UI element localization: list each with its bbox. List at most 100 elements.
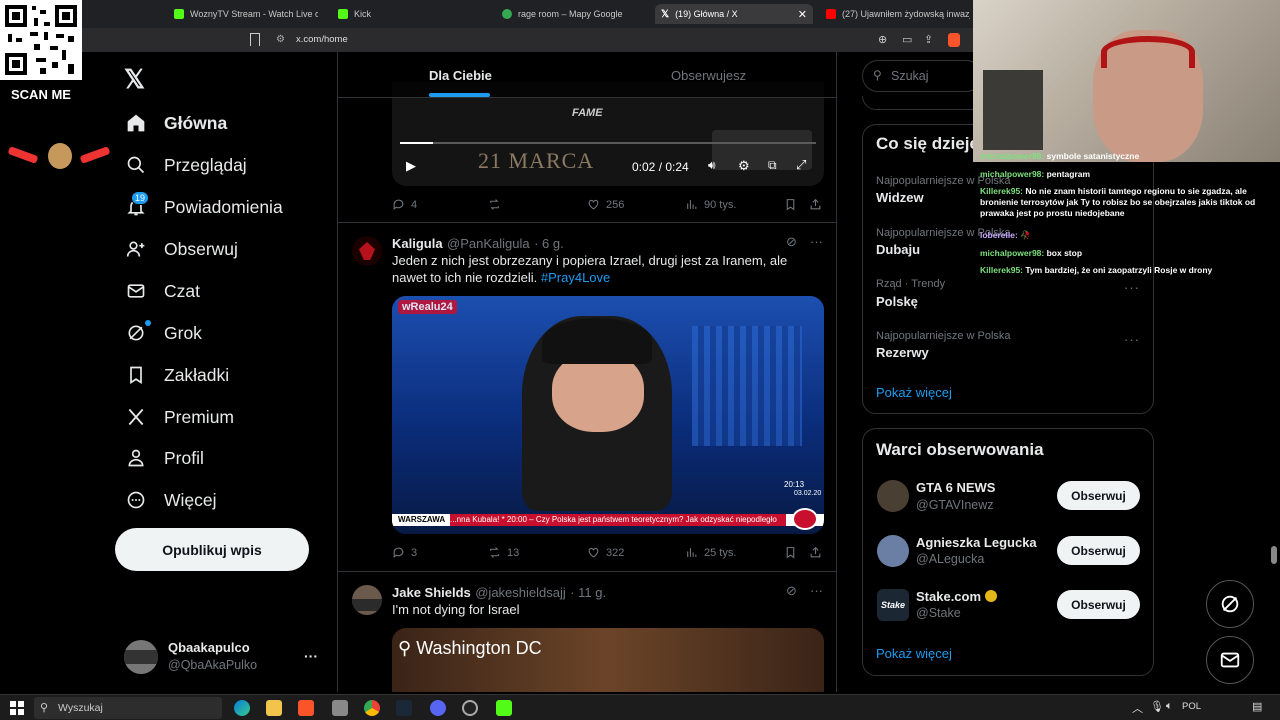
brave-icon[interactable] bbox=[298, 700, 314, 716]
grok-float-button[interactable] bbox=[1206, 580, 1254, 628]
account-menu-icon[interactable]: ··· bbox=[304, 648, 318, 664]
taskbar-search-input[interactable]: Wyszukaj bbox=[58, 702, 103, 714]
volume-icon[interactable]: 🔊︎ bbox=[708, 158, 716, 173]
repost-button[interactable] bbox=[488, 198, 501, 211]
settings-icon[interactable]: ⚙ bbox=[738, 158, 750, 174]
avatar[interactable] bbox=[877, 480, 909, 512]
trend-name[interactable]: Polskę bbox=[876, 294, 918, 309]
suggestion-name[interactable]: Stake.com bbox=[916, 589, 997, 604]
video-progress-track[interactable] bbox=[400, 142, 816, 144]
tab-following[interactable]: Obserwujesz bbox=[671, 68, 746, 83]
browser-tab[interactable]: (27) Ujawniłem żydowską inwazję w... bbox=[820, 4, 970, 24]
trend-more-icon[interactable]: ··· bbox=[1124, 280, 1140, 295]
browser-tab[interactable]: rage room – Mapy Google bbox=[496, 4, 646, 24]
play-icon[interactable]: ▶ bbox=[406, 158, 416, 174]
avatar[interactable] bbox=[352, 236, 382, 266]
like-button[interactable]: 256 bbox=[587, 198, 624, 211]
suggestion-name[interactable]: Agnieszka Legucka bbox=[916, 535, 1037, 550]
pip-icon[interactable]: ⧉ bbox=[768, 158, 777, 173]
messages-float-button[interactable] bbox=[1206, 636, 1254, 684]
bookmark-page-icon[interactable] bbox=[250, 33, 260, 46]
obs-icon[interactable] bbox=[462, 700, 478, 716]
nav-notifications[interactable]: Powiadomienia bbox=[126, 192, 283, 222]
browser-tab[interactable]: Kick bbox=[332, 4, 482, 24]
nav-grok[interactable]: Grok bbox=[126, 318, 202, 348]
trend-name[interactable]: Widzew bbox=[876, 190, 924, 205]
trend-name[interactable]: Dubaju bbox=[876, 242, 920, 257]
avatar[interactable] bbox=[352, 585, 382, 615]
mic-icon[interactable]: 🎙︎ bbox=[1150, 700, 1164, 713]
notification-center-icon[interactable]: ▤ bbox=[1252, 700, 1262, 713]
like-button[interactable]: 322 bbox=[587, 546, 624, 559]
grok-explain-icon[interactable]: ⊘ bbox=[786, 234, 797, 250]
search-input[interactable]: Szukaj bbox=[891, 69, 929, 83]
post-more-icon[interactable]: ··· bbox=[810, 234, 823, 249]
show-more-trends-link[interactable]: Pokaż więcej bbox=[876, 385, 952, 400]
screen-icon[interactable]: ▭ bbox=[902, 33, 912, 46]
post-author-handle[interactable]: @PanKaligula bbox=[447, 236, 530, 251]
file-explorer-icon[interactable] bbox=[266, 700, 282, 716]
nav-home[interactable]: Główna bbox=[126, 108, 227, 138]
follow-button[interactable]: Obserwuj bbox=[1057, 590, 1140, 619]
hashtag-link[interactable]: #Pray4Love bbox=[541, 270, 610, 285]
edge-icon[interactable] bbox=[234, 700, 250, 716]
post-time[interactable]: · 6 g. bbox=[534, 236, 564, 251]
trend-more-icon[interactable]: ··· bbox=[1124, 332, 1140, 347]
post-media[interactable]: wRealu24 20:13 03.02.20 WARSZAWA ...nna … bbox=[392, 296, 824, 534]
nav-follow[interactable]: Obserwuj bbox=[126, 234, 238, 264]
app-icon[interactable] bbox=[332, 700, 348, 716]
windows-start-icon[interactable] bbox=[10, 701, 24, 715]
nav-chat[interactable]: Czat bbox=[126, 276, 200, 306]
close-tab-icon[interactable]: ✕ bbox=[798, 8, 807, 21]
views-button[interactable]: 90 tys. bbox=[685, 198, 736, 211]
speaker-icon[interactable]: 🔈︎ bbox=[1166, 700, 1173, 713]
post-media[interactable]: ⚲ Washington DC bbox=[392, 628, 824, 692]
share-post-button[interactable] bbox=[809, 198, 822, 211]
share-icon[interactable]: ⇪ bbox=[924, 33, 933, 46]
site-settings-icon[interactable]: ⚙ bbox=[276, 34, 285, 45]
chrome-icon[interactable] bbox=[364, 700, 380, 716]
bookmark-post-button[interactable] bbox=[784, 198, 797, 211]
language-indicator[interactable]: POL bbox=[1182, 701, 1201, 712]
search-box[interactable]: ⚲ Szukaj bbox=[862, 60, 982, 92]
tray-chevron-icon[interactable]: ︿ bbox=[1132, 700, 1143, 716]
reply-button[interactable]: 4 bbox=[392, 198, 417, 211]
post-author-name[interactable]: Jake Shields bbox=[392, 585, 471, 600]
taskbar-search-box[interactable]: ⚲ Wyszukaj bbox=[34, 697, 222, 719]
steam-icon[interactable] bbox=[396, 700, 412, 716]
discord-icon[interactable] bbox=[430, 700, 446, 716]
post-author-name[interactable]: Kaligula bbox=[392, 236, 443, 251]
avatar[interactable] bbox=[124, 640, 158, 674]
follow-button[interactable]: Obserwuj bbox=[1057, 536, 1140, 565]
share-post-button[interactable] bbox=[809, 546, 822, 559]
trend-name[interactable]: Rezerwy bbox=[876, 345, 929, 360]
nav-premium[interactable]: Premium bbox=[126, 402, 234, 432]
avatar[interactable] bbox=[877, 535, 909, 567]
views-button[interactable]: 25 tys. bbox=[685, 546, 736, 559]
post-time[interactable]: · 11 g. bbox=[570, 585, 606, 600]
url-field[interactable]: x.com/home bbox=[296, 34, 348, 45]
grok-explain-icon[interactable]: ⊘ bbox=[786, 583, 797, 599]
browser-tab-active[interactable]: 𝕏 (19) Główna / X ✕ bbox=[655, 4, 813, 24]
suggestion-name[interactable]: GTA 6 NEWS bbox=[916, 480, 995, 495]
nav-more[interactable]: Więcej bbox=[126, 485, 217, 515]
bookmark-post-button[interactable] bbox=[784, 546, 797, 559]
post-more-icon[interactable]: ··· bbox=[810, 583, 823, 598]
show-more-follow-link[interactable]: Pokaż więcej bbox=[876, 646, 952, 661]
nav-explore[interactable]: Przeglądaj bbox=[126, 150, 247, 180]
zoom-icon[interactable]: ⊕ bbox=[878, 33, 887, 46]
repost-button[interactable]: 13 bbox=[488, 546, 519, 559]
stake-logo-icon[interactable]: Stake bbox=[877, 589, 909, 621]
brave-shield-icon[interactable] bbox=[948, 33, 960, 47]
nav-bookmarks[interactable]: Zakładki bbox=[126, 360, 229, 390]
page-scrollbar-thumb[interactable] bbox=[1271, 546, 1277, 564]
reply-button[interactable]: 3 bbox=[392, 546, 417, 559]
post-button[interactable]: Opublikuj wpis bbox=[115, 528, 309, 571]
kick-icon[interactable] bbox=[496, 700, 512, 716]
fullscreen-icon[interactable]: ⤢ bbox=[796, 157, 806, 173]
post-author-handle[interactable]: @jakeshieldsajj bbox=[475, 585, 566, 600]
browser-tab[interactable]: WoznyTV Stream - Watch Live on Kick bbox=[168, 4, 318, 24]
x-logo-icon[interactable]: 𝕏 bbox=[124, 64, 145, 95]
follow-button[interactable]: Obserwuj bbox=[1057, 481, 1140, 510]
tab-for-you[interactable]: Dla Ciebie bbox=[429, 68, 492, 83]
